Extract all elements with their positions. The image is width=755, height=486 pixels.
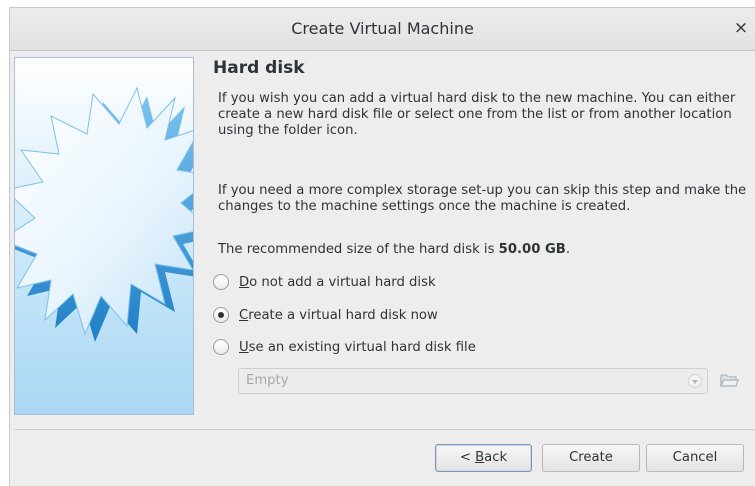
cancel-button[interactable]: Cancel: [646, 444, 744, 472]
recommended-size-prefix: The recommended size of the hard disk is: [218, 242, 499, 257]
title-bar[interactable]: Create Virtual Machine ×: [10, 8, 755, 51]
chevron-down-icon: [688, 374, 702, 388]
close-icon[interactable]: ×: [731, 18, 751, 38]
option-no-disk-label: Do not add a virtual hard disk: [239, 274, 436, 290]
existing-disk-select-value: Empty: [246, 373, 289, 388]
intro-text: If you wish you can add a virtual hard d…: [218, 91, 736, 138]
option-existing-disk[interactable]: Use an existing virtual hard disk file: [213, 338, 476, 356]
page-heading: Hard disk: [213, 58, 305, 78]
footer-separator: [14, 429, 755, 430]
radio-existing-disk[interactable]: [213, 339, 229, 355]
starburst-graphic: [15, 86, 193, 342]
window-title: Create Virtual Machine: [291, 19, 474, 38]
choose-disk-file-button[interactable]: [718, 369, 740, 391]
option-no-disk[interactable]: Do not add a virtual hard disk: [213, 273, 436, 291]
radio-no-disk[interactable]: [213, 274, 229, 290]
recommended-size-value: 50.00 GB: [498, 242, 566, 257]
radio-create-disk[interactable]: [213, 307, 229, 323]
wizard-banner: [14, 57, 194, 415]
option-existing-disk-label: Use an existing virtual hard disk file: [239, 339, 476, 355]
existing-disk-select[interactable]: Empty: [238, 368, 708, 394]
storage-note-text: If you need a more complex storage set-u…: [218, 183, 747, 214]
recommended-size-suffix: .: [565, 242, 571, 257]
option-create-disk-label: Create a virtual hard disk now: [239, 307, 438, 323]
option-create-disk[interactable]: Create a virtual hard disk now: [213, 306, 438, 324]
back-button[interactable]: < Back: [435, 444, 532, 472]
create-button[interactable]: Create: [542, 444, 640, 472]
recommended-size-text: The recommended size of the hard disk is…: [218, 242, 748, 258]
folder-open-icon: [719, 374, 739, 387]
